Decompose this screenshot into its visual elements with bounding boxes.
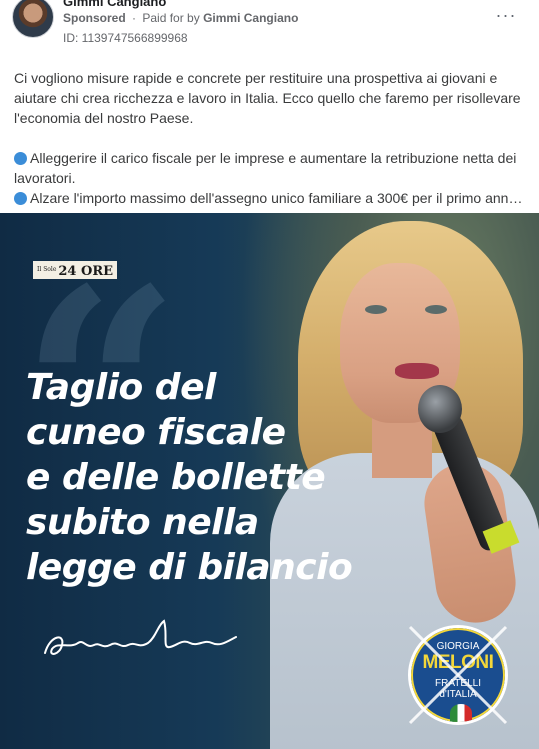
blue-circle-icon <box>14 192 27 205</box>
headline-line: e delle bollette <box>26 457 326 498</box>
ad-image[interactable]: “ Il Sole 24 ORE Taglio del cuneo fiscale… <box>0 213 539 749</box>
paid-for-label: Paid for by <box>142 11 200 25</box>
bullet-item: Alleggerire il carico fiscale per le imp… <box>14 148 529 188</box>
headline-line: legge di bilancio <box>26 547 353 588</box>
cross-mark-icon <box>408 625 508 725</box>
bullet-text: Alzare l'importo massimo dell'assegno un… <box>30 190 523 206</box>
sponsored-label[interactable]: Sponsored <box>63 11 126 25</box>
signature <box>44 619 237 655</box>
post-paragraph: Ci vogliono misure rapide e concrete per… <box>14 70 521 126</box>
payer-name[interactable]: Gimmi Cangiano <box>203 11 298 25</box>
headline-line: subito nella <box>26 502 259 543</box>
sponsored-meta: Sponsored · Paid for by Gimmi Cangiano <box>63 11 298 25</box>
headline: Taglio del cuneo fiscale e delle bollett… <box>26 365 386 590</box>
blue-circle-icon <box>14 152 27 165</box>
more-options-icon[interactable]: ··· <box>493 6 519 28</box>
ad-id: ID: 1139747566899968 <box>63 31 188 45</box>
headline-line: Taglio del <box>26 367 216 408</box>
headline-line: cuneo fiscale <box>26 412 286 453</box>
post-text: Ci vogliono misure rapide e concrete per… <box>14 68 529 208</box>
sole24ore-logo: Il Sole 24 ORE <box>33 261 118 279</box>
bullet-item: Alzare l'importo massimo dell'assegno un… <box>14 188 529 208</box>
logo-small-text: Il Sole <box>37 266 57 273</box>
avatar[interactable] <box>12 0 54 38</box>
bullet-text: Alleggerire il carico fiscale per le imp… <box>14 150 517 186</box>
meta-separator: · <box>132 11 137 25</box>
author-name[interactable]: Gimmi Cangiano <box>63 0 166 9</box>
logo-main-text: 24 ORE <box>58 264 114 279</box>
ad-post: Gimmi Cangiano Sponsored · Paid for by G… <box>0 0 539 749</box>
